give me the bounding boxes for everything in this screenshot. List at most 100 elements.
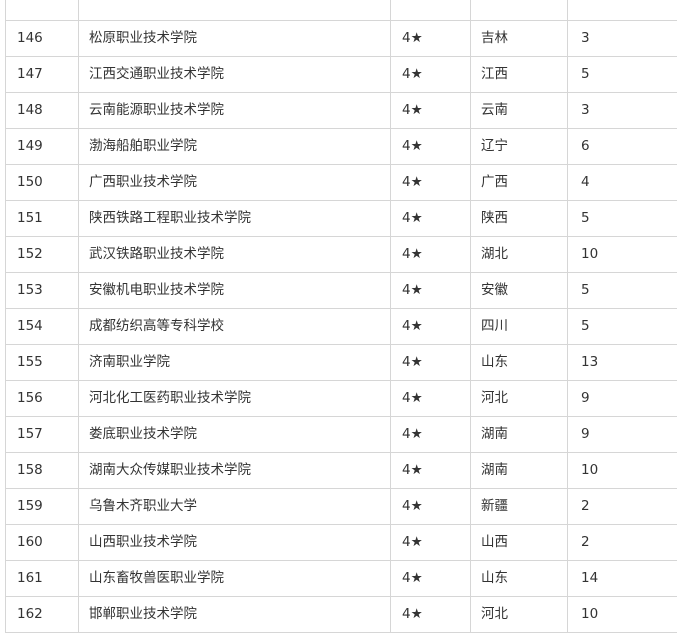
province-cell: 江西 (471, 57, 568, 93)
province-cell: 安徽 (471, 273, 568, 309)
rank-cell: 156 (6, 381, 79, 417)
college-name-cell: 湖南大众传媒职业技术学院 (79, 453, 391, 489)
province-cell: 云南 (471, 93, 568, 129)
count-cell: 10 (568, 237, 677, 273)
province-cell: 湖北 (471, 237, 568, 273)
college-name-cell: 广西职业技术学院 (79, 165, 391, 201)
star-rating-cell: 4★ (391, 345, 471, 381)
rank-cell: 152 (6, 237, 79, 273)
table-row: 159乌鲁木齐职业大学4★新疆2 (6, 489, 677, 525)
count-cell: 6 (568, 129, 677, 165)
province-cell: 湖南 (471, 453, 568, 489)
star-rating-cell: 4★ (391, 237, 471, 273)
star-rating-cell: 4★ (391, 597, 471, 633)
college-name-cell: 渤海船舶职业学院 (79, 129, 391, 165)
rank-cell: 148 (6, 93, 79, 129)
rank-cell: 153 (6, 273, 79, 309)
province-cell: 新疆 (471, 489, 568, 525)
table-body: 146松原职业技术学院4★吉林3147江西交通职业技术学院4★江西5148云南能… (6, 0, 677, 633)
table-row: 157娄底职业技术学院4★湖南9 (6, 417, 677, 453)
college-name-cell: 山东畜牧兽医职业学院 (79, 561, 391, 597)
province-cell: 山东 (471, 561, 568, 597)
rank-cell: 154 (6, 309, 79, 345)
province-cell: 陕西 (471, 201, 568, 237)
province-cell: 山东 (471, 345, 568, 381)
province-cell: 湖南 (471, 417, 568, 453)
college-name-cell: 邯郸职业技术学院 (79, 597, 391, 633)
table-row: 154成都纺织高等专科学校4★四川5 (6, 309, 677, 345)
star-rating-cell: 4★ (391, 201, 471, 237)
star-rating-cell (391, 0, 471, 21)
count-cell: 9 (568, 417, 677, 453)
count-cell: 5 (568, 309, 677, 345)
college-name-cell: 松原职业技术学院 (79, 21, 391, 57)
count-cell: 5 (568, 201, 677, 237)
count-cell: 3 (568, 93, 677, 129)
province-cell (471, 0, 568, 21)
table-row-partial-top (6, 0, 677, 21)
table-row: 152武汉铁路职业技术学院4★湖北10 (6, 237, 677, 273)
college-name-cell: 河北化工医药职业技术学院 (79, 381, 391, 417)
table-row: 149渤海船舶职业学院4★辽宁6 (6, 129, 677, 165)
college-name-cell: 江西交通职业技术学院 (79, 57, 391, 93)
rank-cell: 157 (6, 417, 79, 453)
table-row: 156河北化工医药职业技术学院4★河北9 (6, 381, 677, 417)
rank-cell: 155 (6, 345, 79, 381)
count-cell: 10 (568, 597, 677, 633)
college-name-cell: 山西职业技术学院 (79, 525, 391, 561)
college-name-cell: 娄底职业技术学院 (79, 417, 391, 453)
star-rating-cell: 4★ (391, 525, 471, 561)
college-name-cell: 安徽机电职业技术学院 (79, 273, 391, 309)
star-rating-cell: 4★ (391, 489, 471, 525)
count-cell: 10 (568, 453, 677, 489)
count-cell: 9 (568, 381, 677, 417)
count-cell: 5 (568, 57, 677, 93)
star-rating-cell: 4★ (391, 453, 471, 489)
rank-cell: 161 (6, 561, 79, 597)
college-name-cell (79, 0, 391, 21)
star-rating-cell: 4★ (391, 273, 471, 309)
rank-cell: 160 (6, 525, 79, 561)
college-name-cell: 陕西铁路工程职业技术学院 (79, 201, 391, 237)
count-cell: 5 (568, 273, 677, 309)
star-rating-cell: 4★ (391, 165, 471, 201)
table-row: 151陕西铁路工程职业技术学院4★陕西5 (6, 201, 677, 237)
college-name-cell: 武汉铁路职业技术学院 (79, 237, 391, 273)
rank-cell: 151 (6, 201, 79, 237)
star-rating-cell: 4★ (391, 561, 471, 597)
star-rating-cell: 4★ (391, 381, 471, 417)
star-rating-cell: 4★ (391, 93, 471, 129)
province-cell: 吉林 (471, 21, 568, 57)
table-row: 153安徽机电职业技术学院4★安徽5 (6, 273, 677, 309)
province-cell: 四川 (471, 309, 568, 345)
college-name-cell: 成都纺织高等专科学校 (79, 309, 391, 345)
ranking-table-container: 146松原职业技术学院4★吉林3147江西交通职业技术学院4★江西5148云南能… (0, 0, 677, 633)
count-cell: 3 (568, 21, 677, 57)
rank-cell: 162 (6, 597, 79, 633)
province-cell: 辽宁 (471, 129, 568, 165)
rank-cell (6, 0, 79, 21)
rank-cell: 150 (6, 165, 79, 201)
province-cell: 广西 (471, 165, 568, 201)
star-rating-cell: 4★ (391, 57, 471, 93)
province-cell: 山西 (471, 525, 568, 561)
rank-cell: 149 (6, 129, 79, 165)
table-row: 146松原职业技术学院4★吉林3 (6, 21, 677, 57)
province-cell: 河北 (471, 597, 568, 633)
count-cell: 4 (568, 165, 677, 201)
table-row: 147江西交通职业技术学院4★江西5 (6, 57, 677, 93)
count-cell (568, 0, 677, 21)
rank-cell: 159 (6, 489, 79, 525)
table-row: 160山西职业技术学院4★山西2 (6, 525, 677, 561)
star-rating-cell: 4★ (391, 417, 471, 453)
rank-cell: 158 (6, 453, 79, 489)
count-cell: 2 (568, 525, 677, 561)
count-cell: 13 (568, 345, 677, 381)
college-name-cell: 云南能源职业技术学院 (79, 93, 391, 129)
table-row: 148云南能源职业技术学院4★云南3 (6, 93, 677, 129)
college-name-cell: 乌鲁木齐职业大学 (79, 489, 391, 525)
province-cell: 河北 (471, 381, 568, 417)
table-row: 162邯郸职业技术学院4★河北10 (6, 597, 677, 633)
college-ranking-table: 146松原职业技术学院4★吉林3147江西交通职业技术学院4★江西5148云南能… (5, 0, 677, 633)
rank-cell: 146 (6, 21, 79, 57)
